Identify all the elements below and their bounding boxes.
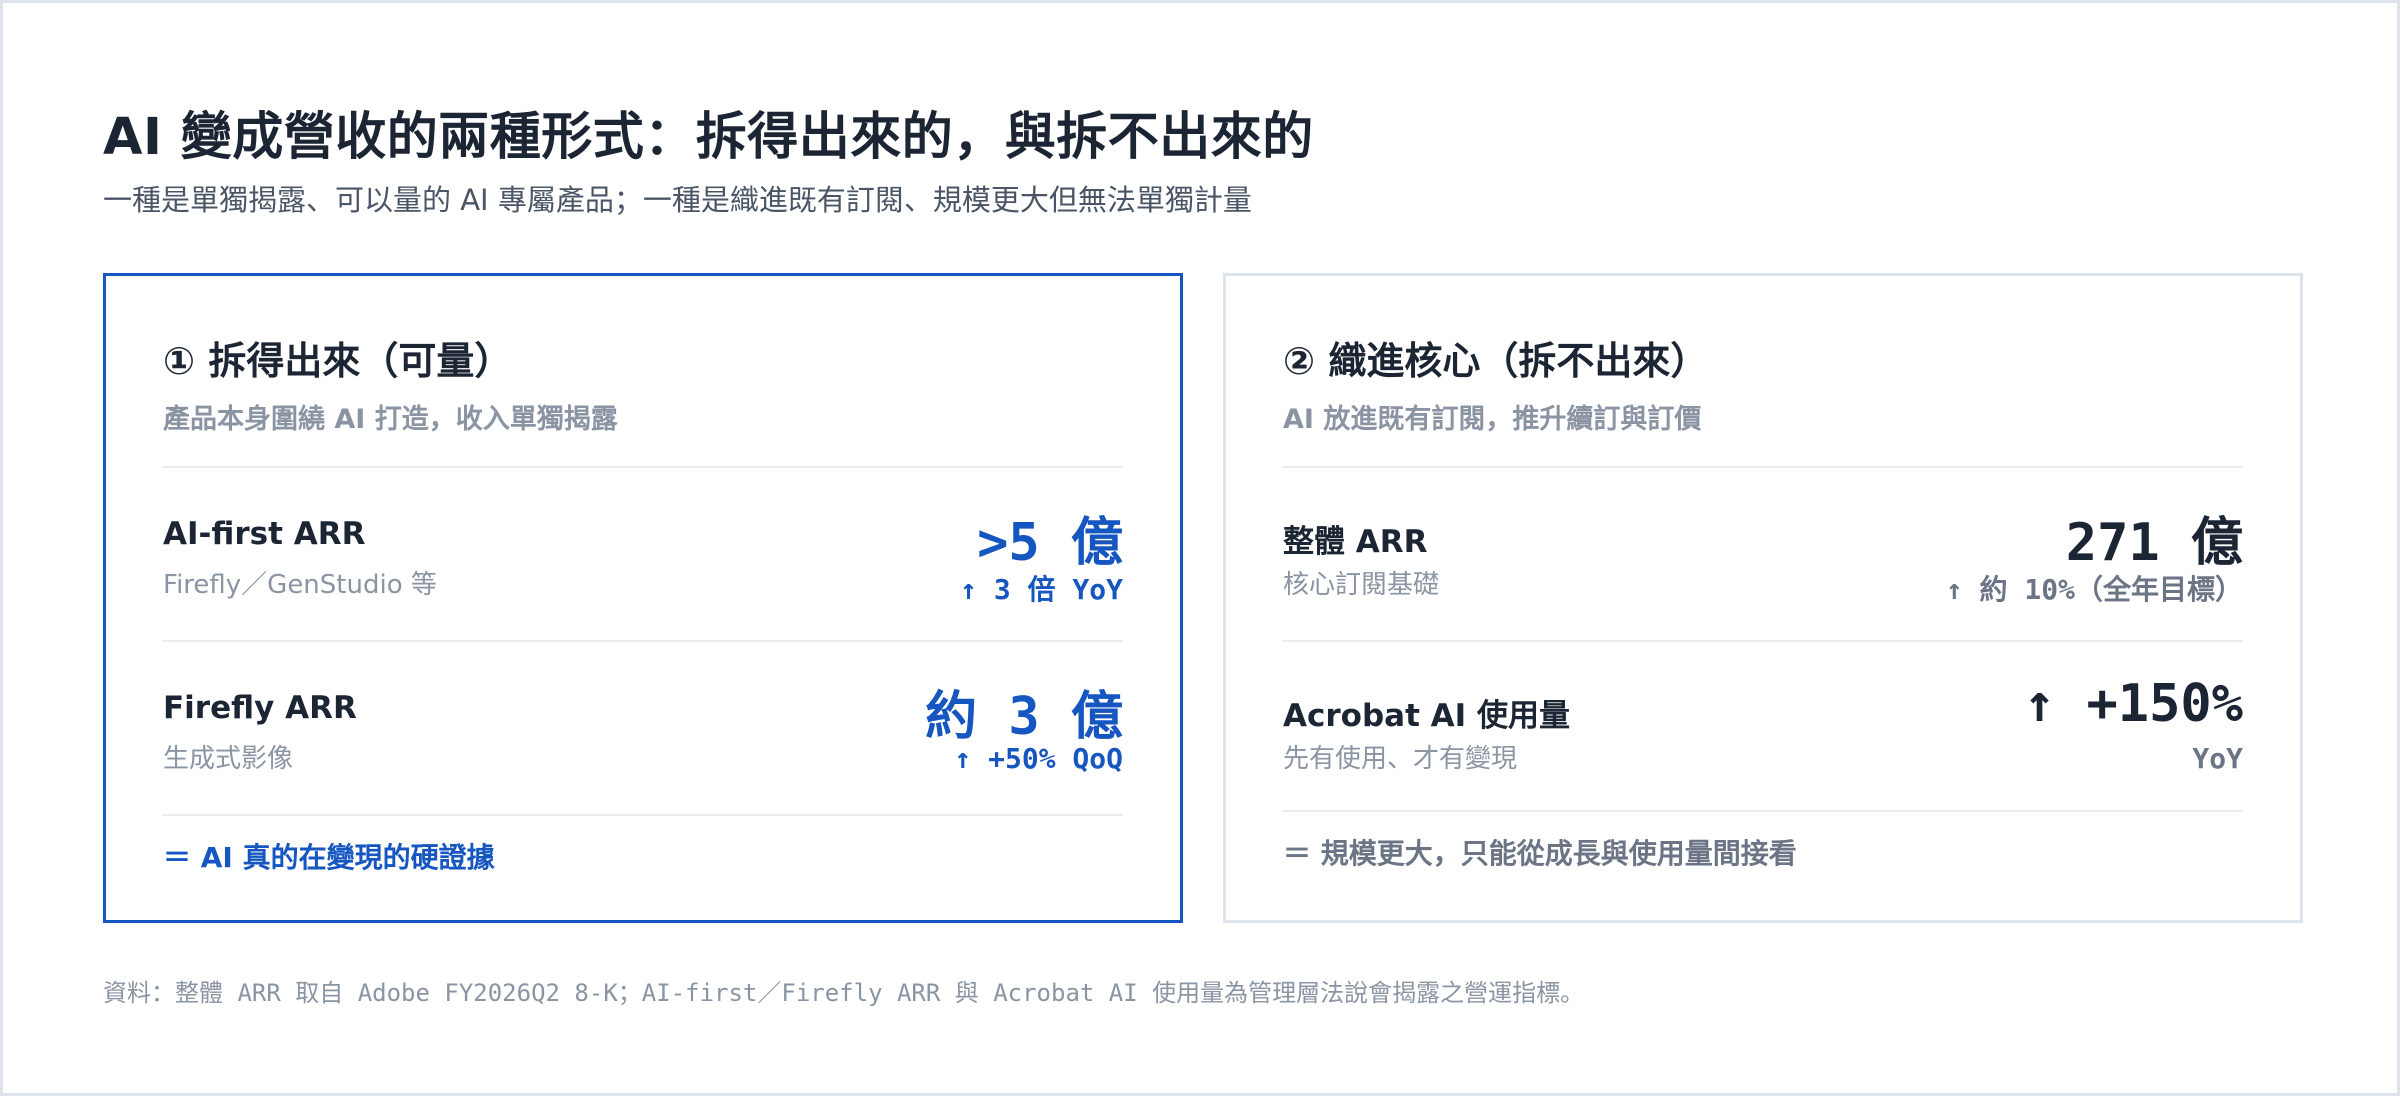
- card-title: ① 拆得出來（可量）: [163, 339, 513, 383]
- card-subtitle: 產品本身圍繞 AI 打造，收入單獨揭露: [163, 404, 618, 435]
- card-conclusion: ＝ AI 真的在變現的硬證據: [163, 814, 1123, 876]
- metric-name: 整體 ARR: [1283, 524, 1428, 560]
- metric-change: ↑ +50% QoQ: [954, 742, 1123, 775]
- metric-row-total-arr: 整體 ARR 核心訂閱基礎 271 億 ↑ 約 10%（全年目標）: [1283, 466, 2243, 640]
- metric-desc: 先有使用、才有變現: [1283, 744, 1518, 774]
- metric-name: AI-first ARR: [163, 516, 366, 552]
- metric-change: ↑ 約 10%（全年目標）: [1945, 573, 2243, 606]
- metric-value: >5 億: [977, 513, 1123, 573]
- metric-row-ai-first-arr: AI-first ARR Firefly／GenStudio 等 >5 億 ↑ …: [163, 466, 1123, 640]
- metric-name: Firefly ARR: [163, 690, 357, 726]
- card-measurable: ① 拆得出來（可量） 產品本身圍繞 AI 打造，收入單獨揭露 AI-first …: [103, 273, 1183, 923]
- card-conclusion: ＝ 規模更大，只能從成長與使用量間接看: [1283, 810, 2243, 872]
- card-title: ② 織進核心（拆不出來）: [1283, 339, 1709, 383]
- metric-row-firefly-arr: Firefly ARR 生成式影像 約 3 億 ↑ +50% QoQ: [163, 640, 1123, 814]
- page-title: AI 變成營收的兩種形式：拆得出來的，與拆不出來的: [103, 108, 1314, 167]
- page-frame: AI 變成營收的兩種形式：拆得出來的，與拆不出來的 一種是單獨揭露、可以量的 A…: [0, 0, 2400, 1096]
- metric-desc: Firefly／GenStudio 等: [163, 570, 437, 600]
- metric-change: YoY: [2192, 742, 2243, 775]
- page-subtitle: 一種是單獨揭露、可以量的 AI 專屬產品；一種是織進既有訂閱、規模更大但無法單獨…: [103, 183, 1252, 217]
- card-header: ① 拆得出來（可量） 產品本身圍繞 AI 打造，收入單獨揭露: [163, 330, 1123, 436]
- card-header: ② 織進核心（拆不出來） AI 放進既有訂閱，推升續訂與訂價: [1283, 330, 2243, 436]
- card-subtitle: AI 放進既有訂閱，推升續訂與訂價: [1283, 404, 1702, 435]
- metric-value: 約 3 億: [925, 687, 1123, 747]
- metric-change: ↑ 3 倍 YoY: [960, 573, 1123, 606]
- card-embedded: ② 織進核心（拆不出來） AI 放進既有訂閱，推升續訂與訂價 整體 ARR 核心…: [1223, 273, 2303, 923]
- metric-row-acrobat-ai: Acrobat AI 使用量 先有使用、才有變現 ↑ +150% YoY: [1283, 640, 2243, 814]
- metric-value: ↑ +150%: [2023, 674, 2243, 734]
- metric-name: Acrobat AI 使用量: [1283, 698, 1570, 734]
- metric-desc: 生成式影像: [163, 744, 294, 774]
- metric-desc: 核心訂閱基礎: [1283, 570, 1440, 600]
- source-note: 資料：整體 ARR 取自 Adobe FY2026Q2 8-K；AI-first…: [103, 979, 1585, 1007]
- metric-value: 271 億: [2065, 513, 2243, 573]
